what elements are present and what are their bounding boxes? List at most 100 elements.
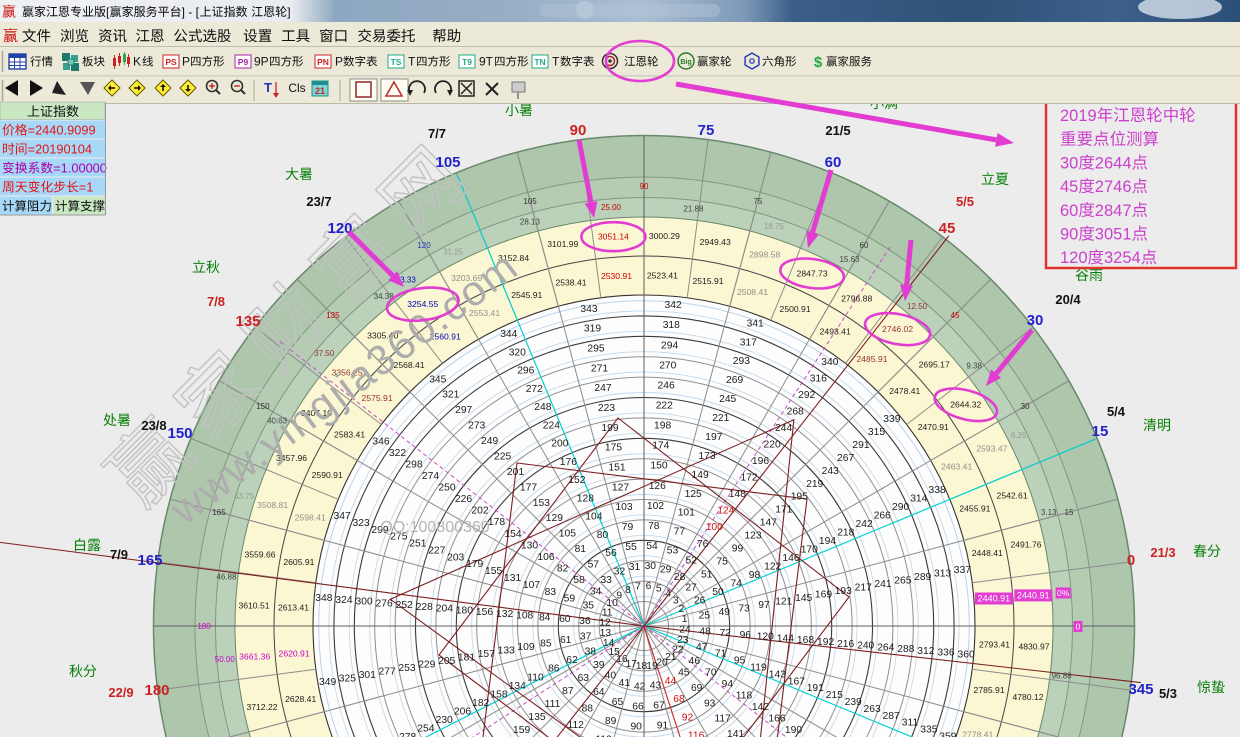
svg-text:148: 148 (729, 489, 746, 500)
svg-text:2898.58: 2898.58 (749, 250, 780, 260)
svg-text:191: 191 (807, 683, 824, 694)
svg-text:53: 53 (667, 546, 679, 557)
svg-text:244: 244 (775, 423, 792, 434)
svg-text:23: 23 (677, 635, 689, 646)
svg-text:65: 65 (612, 697, 624, 708)
svg-text:133: 133 (498, 646, 515, 657)
svg-text:254: 254 (417, 723, 434, 734)
svg-text:90: 90 (570, 122, 587, 139)
svg-text:7/8: 7/8 (207, 294, 225, 309)
svg-text:]: ] (287, 5, 290, 19)
svg-text:340: 340 (821, 357, 838, 368)
svg-text:324: 324 (335, 595, 352, 606)
svg-text:200: 200 (551, 439, 568, 450)
svg-text:T: T (552, 55, 560, 69)
svg-text:2478.41: 2478.41 (889, 386, 920, 396)
svg-text:2508.41: 2508.41 (737, 287, 768, 297)
svg-text:21.88: 21.88 (683, 204, 704, 213)
svg-text:156: 156 (476, 607, 493, 618)
svg-text:2530.91: 2530.91 (601, 271, 632, 281)
svg-text:289: 289 (914, 572, 931, 583)
svg-text:21/5: 21/5 (825, 123, 850, 138)
svg-text:201: 201 (507, 467, 524, 478)
svg-text:P9: P9 (238, 57, 249, 67)
svg-text:215: 215 (826, 690, 843, 701)
svg-text:206: 206 (454, 706, 471, 717)
svg-text:36: 36 (579, 616, 591, 627)
svg-text:48: 48 (699, 627, 711, 638)
svg-text:2590.91: 2590.91 (312, 470, 343, 480)
svg-text:2628.41: 2628.41 (285, 694, 316, 704)
svg-text:47: 47 (696, 642, 708, 653)
svg-text:2493.41: 2493.41 (820, 327, 851, 337)
svg-text:111: 111 (545, 699, 561, 710)
svg-text:28.13: 28.13 (520, 217, 541, 226)
svg-text:55: 55 (625, 542, 637, 553)
svg-text:240: 240 (857, 641, 874, 652)
svg-text:18.75: 18.75 (764, 222, 785, 231)
svg-text:0: 0 (1127, 552, 1135, 569)
svg-text:50: 50 (712, 587, 724, 598)
svg-text:60: 60 (825, 154, 842, 171)
svg-text:166: 166 (768, 714, 785, 725)
svg-text:=1: =1 (79, 180, 94, 195)
svg-text:2500.91: 2500.91 (780, 304, 811, 314)
svg-text:194: 194 (819, 536, 836, 547)
svg-text:149: 149 (692, 470, 709, 481)
svg-text:32: 32 (614, 567, 626, 578)
svg-text:3051: 3051 (1095, 226, 1132, 244)
svg-text:96.88: 96.88 (1052, 671, 1073, 680)
svg-text:34: 34 (590, 587, 602, 598)
svg-text:315: 315 (868, 427, 885, 438)
svg-text:317: 317 (740, 337, 757, 348)
svg-text:2538.41: 2538.41 (555, 278, 586, 288)
svg-text:297: 297 (455, 405, 472, 416)
svg-text:85: 85 (540, 639, 552, 650)
svg-text:239: 239 (845, 697, 862, 708)
svg-text:=20190104: =20190104 (28, 142, 92, 157)
svg-text:45: 45 (678, 667, 690, 678)
svg-text:2: 2 (679, 604, 685, 615)
svg-text:223: 223 (598, 403, 615, 414)
svg-text:3: 3 (673, 595, 679, 606)
svg-text:251: 251 (409, 539, 426, 550)
svg-text:2440.91: 2440.91 (1017, 591, 1050, 601)
svg-text:198: 198 (654, 421, 671, 432)
svg-text:43: 43 (650, 681, 662, 692)
svg-text:28: 28 (674, 572, 686, 583)
svg-text:92: 92 (682, 712, 694, 723)
svg-text:86: 86 (548, 664, 560, 675)
svg-text:180: 180 (456, 605, 473, 616)
svg-text:5/5: 5/5 (956, 194, 974, 209)
svg-text:29: 29 (660, 565, 672, 576)
svg-text:321: 321 (442, 390, 459, 401)
svg-text:22: 22 (672, 644, 684, 655)
svg-text:30: 30 (645, 561, 657, 572)
svg-text:135: 135 (235, 313, 260, 330)
svg-text:2542.61: 2542.61 (997, 491, 1028, 501)
svg-text:118: 118 (736, 691, 753, 702)
svg-text:242: 242 (856, 519, 873, 530)
svg-text:349: 349 (319, 677, 336, 688)
svg-text:292: 292 (798, 390, 815, 401)
svg-text:97: 97 (758, 600, 770, 611)
svg-text:316: 316 (810, 374, 827, 385)
svg-text:336: 336 (937, 648, 954, 659)
svg-text:128: 128 (577, 494, 594, 505)
svg-text:311: 311 (902, 718, 919, 729)
svg-text:154: 154 (504, 529, 521, 540)
svg-text:90: 90 (630, 722, 642, 733)
svg-text:15: 15 (1065, 508, 1074, 517)
svg-text:339: 339 (883, 414, 900, 425)
svg-text:45: 45 (1060, 178, 1078, 196)
svg-text:229: 229 (418, 660, 435, 671)
svg-text:60: 60 (1060, 202, 1078, 220)
svg-text:230: 230 (436, 715, 453, 726)
svg-text:P: P (182, 55, 190, 69)
svg-text:71: 71 (715, 649, 727, 660)
svg-text:175: 175 (605, 443, 622, 454)
svg-text:145: 145 (795, 593, 812, 604)
svg-text:2448.41: 2448.41 (972, 548, 1003, 558)
svg-text:37: 37 (580, 632, 592, 643)
svg-text:105: 105 (559, 529, 576, 540)
